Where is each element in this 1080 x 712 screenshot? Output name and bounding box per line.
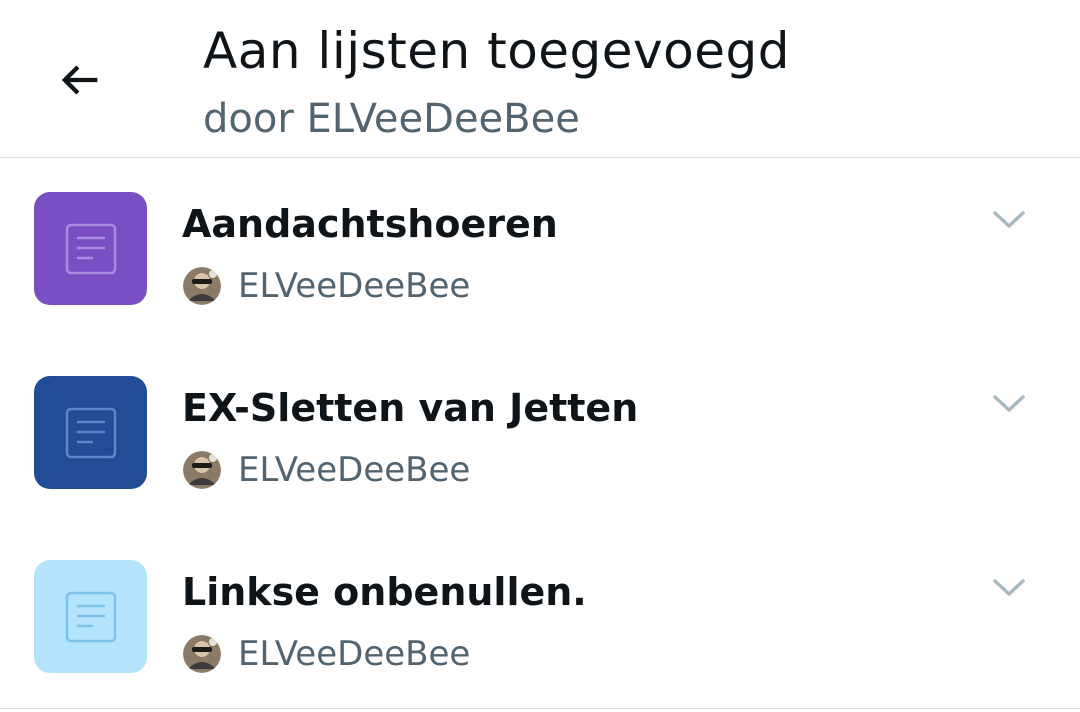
page-title: Aan lijsten toegevoegd bbox=[203, 22, 790, 80]
list-item[interactable]: Aandachtshoeren ELVeeDeeBee bbox=[0, 158, 1080, 342]
list-tile bbox=[34, 192, 147, 305]
owner-name: ELVeeDeeBee bbox=[238, 266, 471, 306]
list-name: EX-Sletten van Jetten bbox=[182, 386, 639, 430]
avatar bbox=[183, 451, 221, 489]
avatar bbox=[183, 635, 221, 673]
list-owner: ELVeeDeeBee bbox=[183, 264, 470, 308]
chevron-down-icon[interactable] bbox=[984, 384, 1034, 424]
list-owner: ELVeeDeeBee bbox=[183, 448, 470, 492]
list-tile bbox=[34, 560, 147, 673]
arrow-left-icon bbox=[61, 65, 98, 95]
back-button[interactable] bbox=[40, 40, 120, 120]
list-item[interactable]: Linkse onbenullen. ELVeeDeeBee bbox=[0, 526, 1080, 710]
list-document-icon bbox=[65, 407, 116, 458]
avatar bbox=[183, 267, 221, 305]
page-subtitle: door ELVeeDeeBee bbox=[203, 96, 580, 142]
chevron-down-icon[interactable] bbox=[984, 200, 1034, 240]
header: Aan lijsten toegevoegd door ELVeeDeeBee bbox=[0, 0, 1080, 158]
list-document-icon bbox=[65, 223, 116, 274]
list-document-icon bbox=[65, 591, 116, 642]
divider bbox=[0, 708, 1080, 709]
owner-name: ELVeeDeeBee bbox=[238, 634, 471, 674]
lists-container: Aandachtshoeren ELVeeDeeBee EX-Sletten v… bbox=[0, 158, 1080, 710]
list-name: Aandachtshoeren bbox=[182, 202, 558, 246]
page: Aan lijsten toegevoegd door ELVeeDeeBee … bbox=[0, 0, 1080, 712]
list-item[interactable]: EX-Sletten van Jetten ELVeeDeeBee bbox=[0, 342, 1080, 526]
chevron-down-icon[interactable] bbox=[984, 568, 1034, 608]
list-name: Linkse onbenullen. bbox=[182, 570, 587, 614]
list-owner: ELVeeDeeBee bbox=[183, 632, 470, 676]
list-tile bbox=[34, 376, 147, 489]
owner-name: ELVeeDeeBee bbox=[238, 450, 471, 490]
